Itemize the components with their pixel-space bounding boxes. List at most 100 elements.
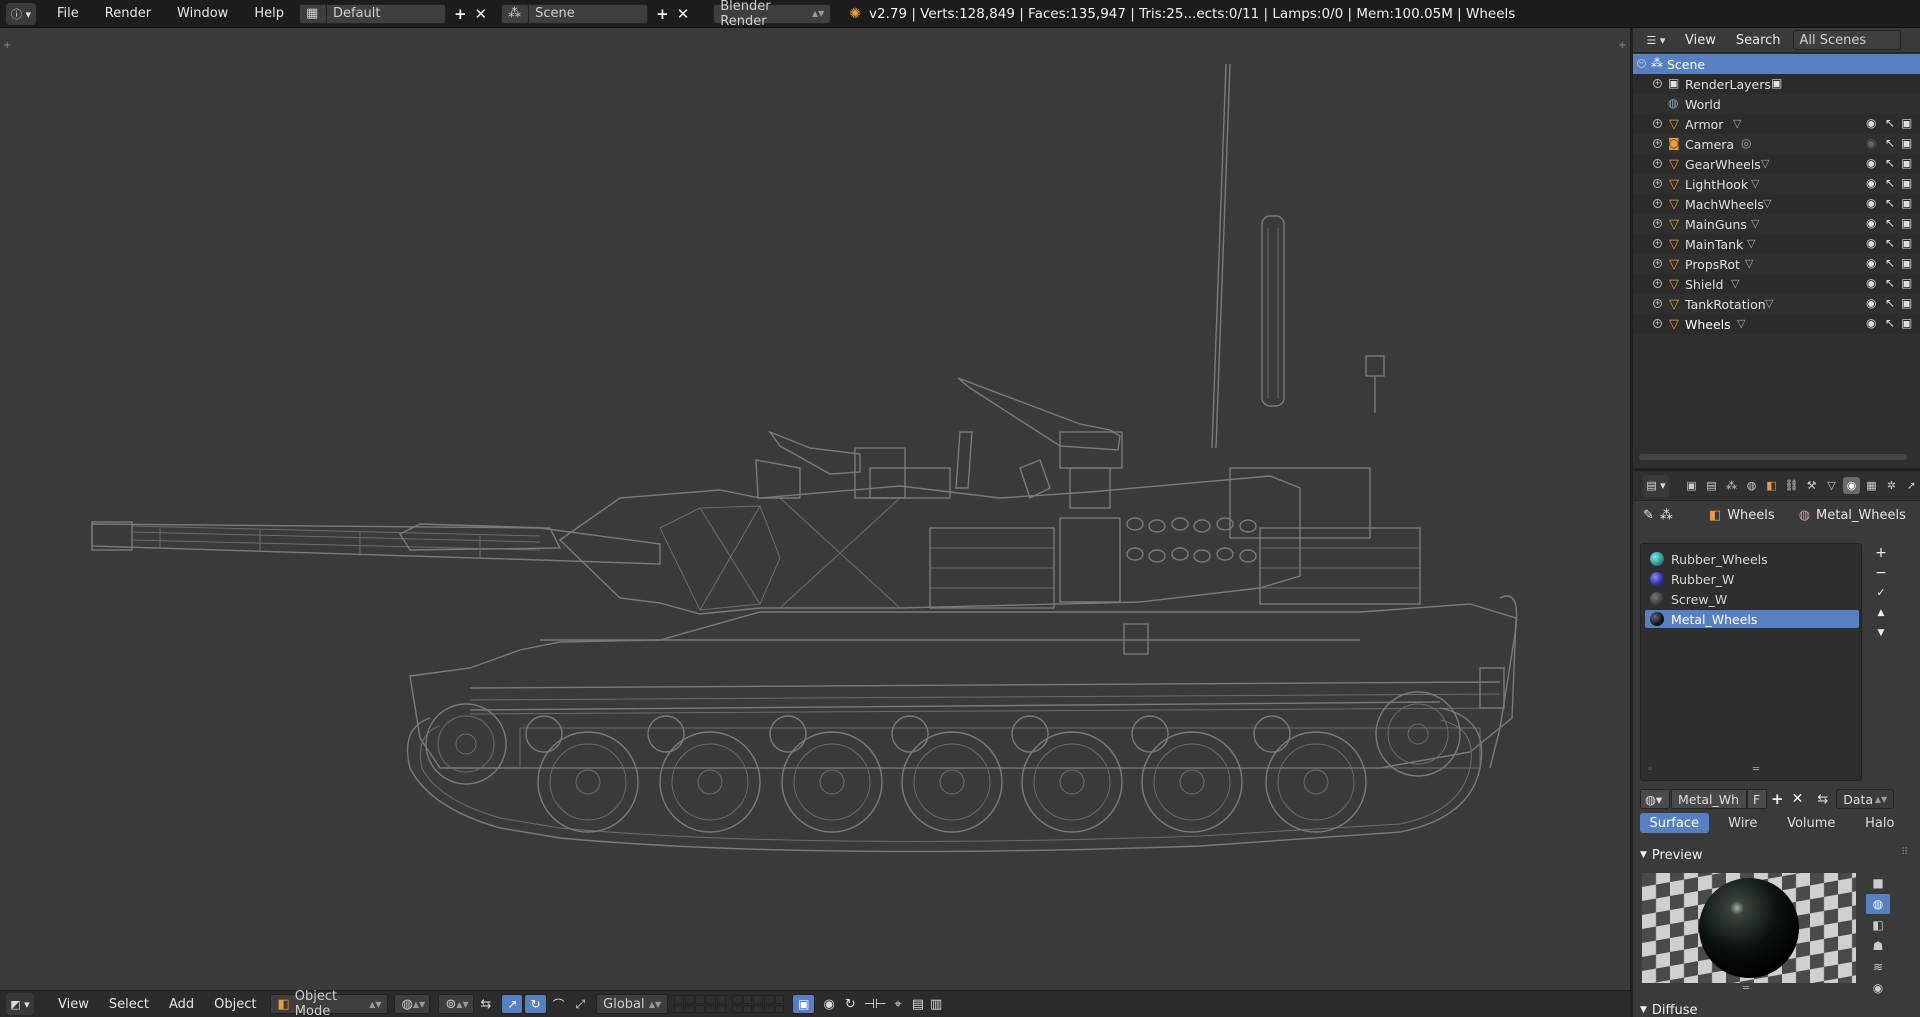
renderable-camera-icon[interactable]: ▣: [1901, 316, 1912, 330]
visibility-eye-icon[interactable]: ◉: [1866, 296, 1876, 310]
outliner-row-tankrotation[interactable]: + ▽ TankRotation ▽ ◉ ↖ ▣: [1633, 294, 1920, 314]
selectable-arrow-icon[interactable]: ↖: [1885, 156, 1895, 170]
selectable-arrow-icon[interactable]: ↖: [1885, 256, 1895, 270]
preview-resize-handle[interactable]: ═: [1743, 983, 1749, 994]
snap-target-icon[interactable]: ⌖: [894, 997, 901, 1012]
visibility-eye-icon[interactable]: ◉: [1866, 316, 1876, 330]
transform-orientation-dropdown[interactable]: Global ▲▼: [596, 994, 669, 1014]
outliner-menu-search[interactable]: Search: [1726, 33, 1791, 48]
add-layout-button[interactable]: +: [450, 5, 471, 23]
visibility-eye-icon[interactable]: ◉: [1866, 116, 1876, 130]
layers-grid-right[interactable]: [732, 995, 785, 1013]
outliner-menu-view[interactable]: View: [1675, 33, 1726, 48]
menu-render[interactable]: Render: [92, 6, 164, 21]
preview-monkey-icon[interactable]: ☗: [1866, 936, 1890, 956]
tab-surface[interactable]: Surface: [1640, 813, 1709, 833]
translate-manipulator-icon[interactable]: ↗: [501, 994, 524, 1014]
manipulator-toggle-icon[interactable]: ⇆: [480, 997, 491, 1012]
browse-material-button[interactable]: ◍▾: [1640, 789, 1670, 809]
editor-type-info-icon[interactable]: ⓘ ▾: [6, 2, 36, 25]
visibility-eye-icon[interactable]: ◉: [1866, 216, 1876, 230]
selectable-arrow-icon[interactable]: ↖: [1885, 196, 1895, 210]
pivot-point-dropdown[interactable]: ⊚ ▲▼: [438, 994, 475, 1014]
preview-sky-icon[interactable]: ◉: [1866, 978, 1890, 998]
material-slot[interactable]: Rubber_Wheels: [1645, 550, 1859, 568]
snap-toggle-icon[interactable]: ↻: [845, 997, 856, 1012]
rotate-manipulator-icon[interactable]: ↻: [524, 994, 547, 1014]
renderable-camera-icon[interactable]: ▣: [1901, 296, 1912, 310]
editor-type-3d-icon[interactable]: ◩ ▾: [6, 993, 34, 1015]
expand-icon[interactable]: +: [1653, 179, 1662, 188]
preview-panel-header[interactable]: ▼ Preview: [1640, 845, 1703, 865]
renderable-camera-icon[interactable]: ▣: [1901, 276, 1912, 290]
link-swap-icon[interactable]: ⇆: [1817, 792, 1828, 807]
editor-type-properties-icon[interactable]: ▤ ▾: [1643, 474, 1669, 497]
move-slot-up-icon[interactable]: ▲: [1873, 605, 1889, 621]
menu-object[interactable]: Object: [204, 997, 266, 1012]
selectable-arrow-icon[interactable]: ↖: [1885, 176, 1895, 190]
menu-select[interactable]: Select: [99, 997, 159, 1012]
collapse-icon[interactable]: −: [1637, 59, 1646, 68]
slot-specials-icon[interactable]: ✓: [1873, 585, 1889, 601]
outliner-row-gearwheels[interactable]: + ▽ GearWheels ▽ ◉ ↖ ▣: [1633, 154, 1920, 174]
link-type-dropdown[interactable]: Data ▲▼: [1836, 789, 1895, 809]
expand-icon[interactable]: +: [1653, 299, 1662, 308]
menu-view[interactable]: View: [48, 997, 99, 1012]
renderable-camera-icon[interactable]: ▣: [1901, 156, 1912, 170]
material-slot-selected[interactable]: Metal_Wheels: [1645, 610, 1859, 628]
renderable-camera-icon[interactable]: ▣: [1901, 196, 1912, 210]
rotate-arc-icon[interactable]: ⌒: [548, 994, 570, 1014]
object-tab-icon[interactable]: ◧: [1763, 477, 1780, 494]
scene-selector[interactable]: ⁂: [501, 3, 530, 24]
selectable-arrow-icon[interactable]: ↖: [1885, 276, 1895, 290]
outliner-scrollbar[interactable]: [1639, 454, 1907, 460]
material-slot[interactable]: Screw_W: [1645, 590, 1859, 608]
material-tab-icon[interactable]: ◉: [1843, 477, 1860, 494]
layers-grid-left[interactable]: [674, 995, 727, 1013]
outliner-row-wheels[interactable]: + ▽ Wheels ▽ ◉ ↖ ▣: [1633, 314, 1920, 334]
tab-halo[interactable]: Halo: [1845, 813, 1914, 833]
opengl-animation-icon[interactable]: ▥: [930, 997, 942, 1012]
selectable-arrow-icon[interactable]: ↖: [1885, 236, 1895, 250]
3d-viewport[interactable]: + +: [0, 28, 1630, 990]
visibility-eye-icon[interactable]: ◉: [1866, 256, 1876, 270]
editor-type-outliner-icon[interactable]: ☰ ▾: [1643, 29, 1669, 51]
physics-tab-icon[interactable]: ➚: [1903, 477, 1920, 494]
unlink-material-icon[interactable]: ✕: [1792, 791, 1804, 807]
snap-element-icon[interactable]: ⊣⊢: [864, 997, 887, 1012]
opengl-render-icon[interactable]: ▤: [912, 997, 924, 1012]
preview-flat-icon[interactable]: ■: [1866, 873, 1890, 893]
list-filter-icon[interactable]: ◦: [1647, 764, 1653, 775]
visibility-eye-icon[interactable]: ◉: [1866, 156, 1876, 170]
visibility-eye-icon[interactable]: ◉: [1866, 196, 1876, 210]
expand-icon[interactable]: +: [1653, 279, 1662, 288]
add-material-slot-button[interactable]: +: [1873, 545, 1889, 561]
scene-field[interactable]: Scene: [528, 3, 649, 24]
preview-sphere-icon[interactable]: ◍: [1866, 894, 1890, 914]
render-tab-icon[interactable]: ▣: [1683, 477, 1700, 494]
expand-icon[interactable]: +: [1653, 259, 1662, 268]
menu-help[interactable]: Help: [241, 6, 297, 21]
outliner-row-maintank[interactable]: + ▽ MainTank ▽ ◉ ↖ ▣: [1633, 234, 1920, 254]
menu-add[interactable]: Add: [159, 997, 204, 1012]
expand-icon[interactable]: +: [1653, 139, 1662, 148]
display-mode-dropdown[interactable]: All Scenes: [1792, 30, 1901, 50]
constraints-tab-icon[interactable]: ⛓: [1783, 477, 1800, 494]
viewport-shading-dropdown[interactable]: ◍ ▲▼: [394, 994, 431, 1014]
renderable-camera-icon[interactable]: ▣: [1901, 256, 1912, 270]
panel-drag-handle[interactable]: ⠿: [1901, 847, 1908, 858]
menu-file[interactable]: File: [44, 6, 92, 21]
selectable-arrow-icon[interactable]: ↖: [1885, 296, 1895, 310]
modifiers-tab-icon[interactable]: ⚒: [1803, 477, 1820, 494]
preview-cube-icon[interactable]: ◧: [1866, 915, 1890, 935]
preview-hair-icon[interactable]: ≋: [1866, 957, 1890, 977]
selectable-arrow-icon[interactable]: ↖: [1885, 116, 1895, 130]
expand-icon[interactable]: +: [1653, 79, 1662, 88]
delete-scene-button[interactable]: ✕: [673, 5, 694, 23]
screen-layout-selector[interactable]: ▦: [298, 3, 327, 24]
visibility-eye-icon[interactable]: ◉: [1866, 176, 1876, 190]
expand-icon[interactable]: +: [1653, 159, 1662, 168]
outliner-row-world[interactable]: ◍ World: [1633, 94, 1920, 114]
outliner-row-armor[interactable]: + ▽ Armor ▽ ◉ ↖ ▣: [1633, 114, 1920, 134]
new-material-icon[interactable]: +: [1771, 790, 1784, 808]
